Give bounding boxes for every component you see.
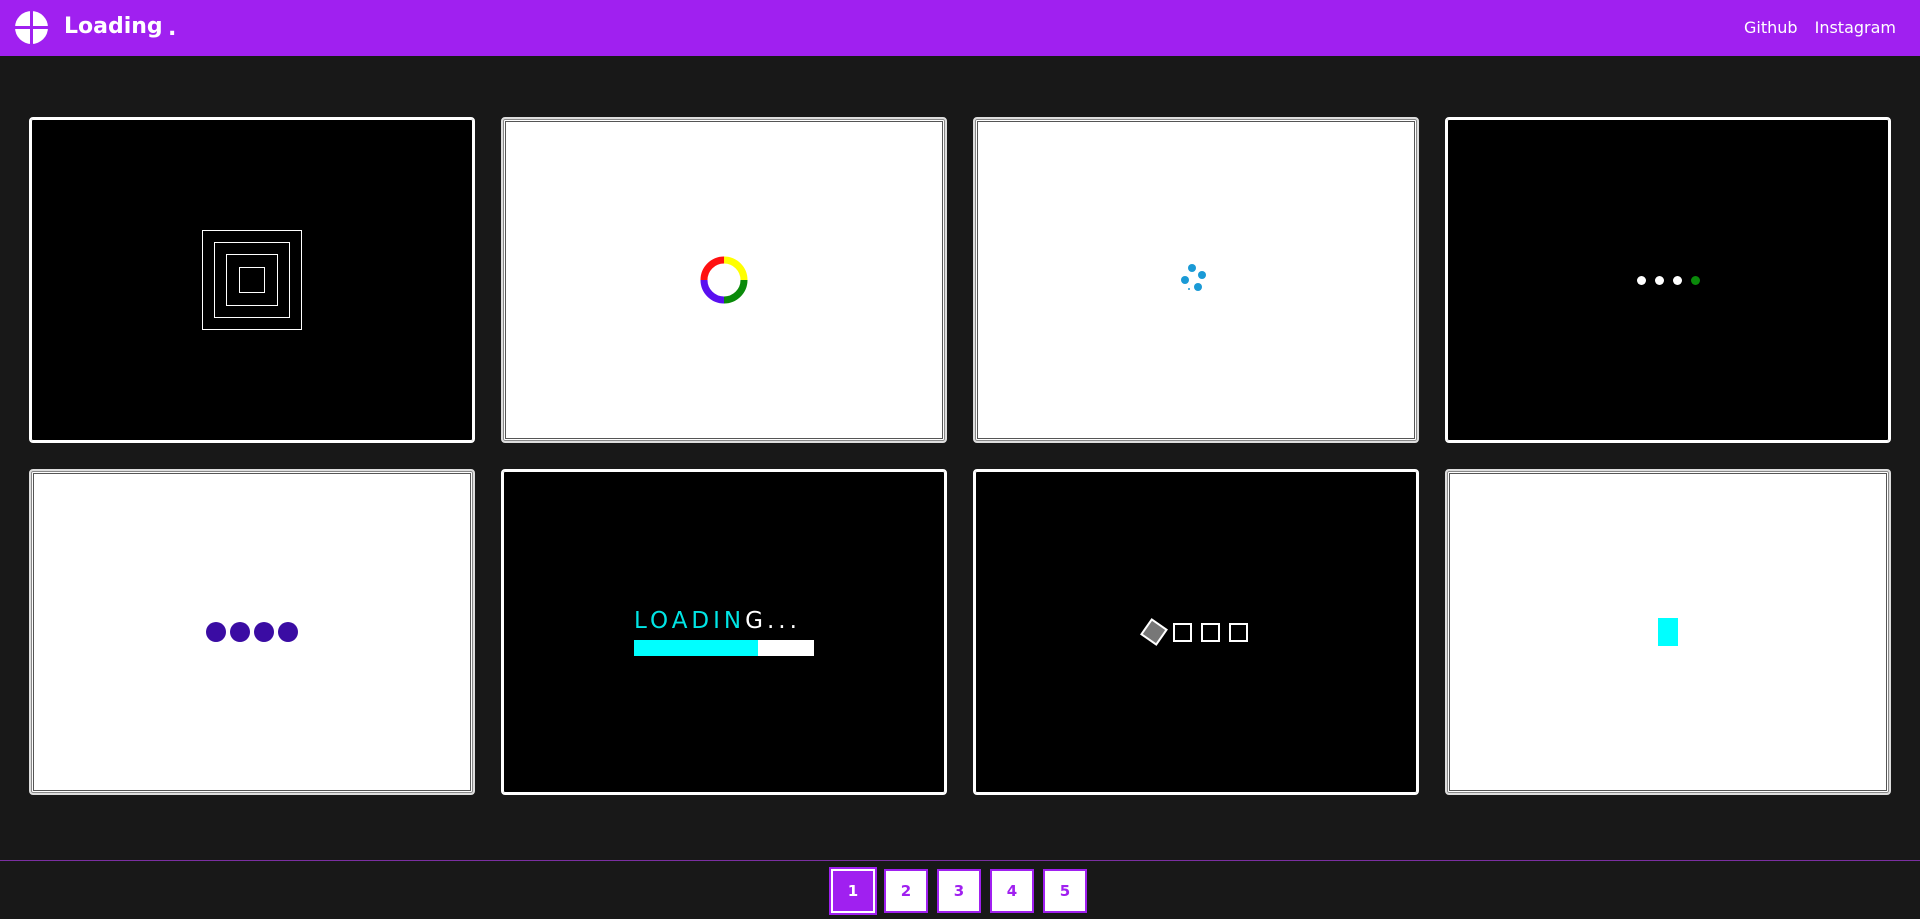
page-button-1[interactable]: 1 <box>829 867 877 915</box>
page-button-5[interactable]: 5 <box>1043 869 1087 913</box>
brand-dot: . <box>168 16 177 41</box>
footer-divider <box>0 860 1920 861</box>
rotating-squares-icon <box>1140 618 1248 646</box>
dots-green-icon <box>1636 275 1700 285</box>
progress-fill <box>634 640 759 656</box>
loader-card-7[interactable] <box>973 469 1419 795</box>
logo-icon[interactable] <box>15 11 48 44</box>
loader-card-5[interactable] <box>29 469 475 795</box>
nav-links: Github Instagram <box>1744 17 1896 39</box>
loader-card-2[interactable] <box>501 117 947 443</box>
loader-grid: LOADING... <box>29 117 1891 795</box>
nested-squares-icon <box>202 230 302 330</box>
pagination: 1 2 3 4 5 <box>829 867 1087 915</box>
navbar: Loading . Github Instagram <box>0 0 1920 56</box>
blue-dot-spinner-icon <box>1181 264 1206 291</box>
loader-card-4[interactable] <box>1445 117 1891 443</box>
loader-card-3[interactable] <box>973 117 1419 443</box>
loader-card-6[interactable]: LOADING... <box>501 469 947 795</box>
loader-card-1[interactable] <box>29 117 475 443</box>
purple-circles-icon <box>206 622 298 642</box>
page-button-2[interactable]: 2 <box>884 869 928 913</box>
instagram-link[interactable]: Instagram <box>1815 17 1896 39</box>
page-button-4[interactable]: 4 <box>990 869 1034 913</box>
page-button-3[interactable]: 3 <box>937 869 981 913</box>
loader-card-8[interactable] <box>1445 469 1891 795</box>
loading-text: LOADING... <box>634 608 801 634</box>
cyan-block-icon <box>1658 618 1678 646</box>
github-link[interactable]: Github <box>1744 17 1798 39</box>
brand-title[interactable]: Loading <box>64 13 163 41</box>
loading-bar: LOADING... <box>634 608 814 656</box>
rainbow-ring-icon <box>700 256 748 304</box>
progress-bar <box>634 640 814 656</box>
